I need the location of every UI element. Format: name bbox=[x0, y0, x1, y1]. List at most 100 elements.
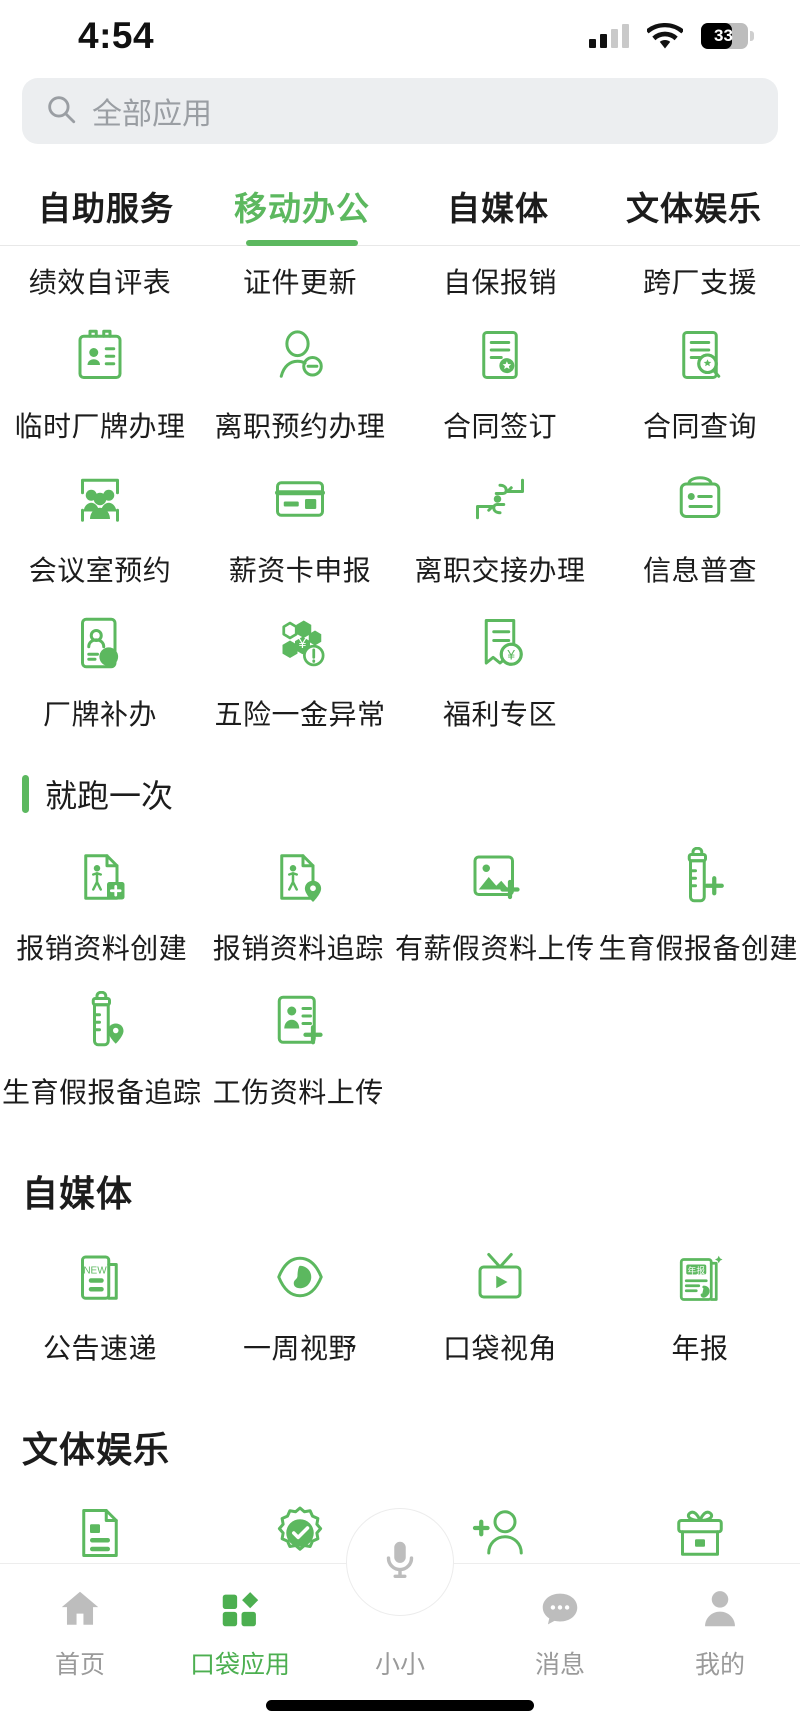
app-label: 会议室预约 bbox=[28, 555, 172, 586]
benefit-receipt-icon: ¥ bbox=[464, 607, 536, 679]
app-label: 厂牌补办 bbox=[42, 699, 157, 730]
app-item-week-view[interactable]: 一周视野 bbox=[200, 1223, 400, 1367]
cellular-signal-icon bbox=[589, 24, 629, 48]
tab-culture-entertainment[interactable]: 文体娱乐 bbox=[596, 182, 792, 246]
annual-report-icon: 年报 bbox=[664, 1241, 736, 1313]
home-indicator bbox=[266, 1700, 534, 1711]
nav-item-messages[interactable]: 消息 bbox=[480, 1571, 640, 1681]
nav-item-profile[interactable]: 我的 bbox=[640, 1571, 800, 1681]
app-item-handover[interactable]: 离职交接办理 bbox=[400, 445, 600, 589]
app-item-claim-create[interactable]: 报销资料创建 bbox=[0, 823, 204, 967]
app-grid-scroll-area[interactable]: 绩效自评表 证件更新 自保报销 跨厂支援 临时厂牌办理 离职预约办理 合同签订 … bbox=[0, 247, 800, 1563]
app-label: 一周视野 bbox=[242, 1333, 357, 1364]
eye-icon bbox=[264, 1241, 336, 1313]
category-header-self-media: 自媒体 bbox=[22, 1173, 134, 1214]
app-item-culture-doc[interactable] bbox=[0, 1479, 200, 1563]
app-item-culture-gift[interactable] bbox=[600, 1479, 800, 1563]
id-badge-card-icon bbox=[64, 319, 136, 391]
search-icon bbox=[44, 92, 78, 131]
app-label: 离职交接办理 bbox=[414, 555, 586, 586]
app-label: 有薪假资料上传 bbox=[394, 933, 595, 964]
app-item-annual-report[interactable]: 年报 年报 bbox=[600, 1223, 800, 1367]
app-label: 五险一金异常 bbox=[214, 699, 386, 730]
nav-item-pocket-apps[interactable]: 口袋应用 bbox=[160, 1571, 320, 1681]
nav-label: 口袋应用 bbox=[189, 1651, 290, 1679]
app-item-maternity-create[interactable]: 生育假报备创建 bbox=[596, 823, 800, 967]
app-label: 口袋视角 bbox=[442, 1333, 557, 1364]
app-item-badge-reissue[interactable]: 补 厂牌补办 bbox=[0, 589, 200, 733]
baby-bottle-pin-icon bbox=[66, 985, 138, 1057]
app-item-contract-query[interactable]: 合同查询 bbox=[600, 301, 800, 445]
battery-percent: 33 bbox=[714, 26, 733, 45]
svg-text:年报: 年报 bbox=[688, 1264, 706, 1275]
injury-doc-plus-icon bbox=[262, 985, 334, 1057]
app-item-temp-badge[interactable]: 临时厂牌办理 bbox=[0, 301, 200, 445]
nav-item-home[interactable]: 首页 bbox=[0, 1571, 160, 1681]
nav-label: 我的 bbox=[694, 1651, 745, 1679]
app-item-contract-sign[interactable]: 合同签订 bbox=[400, 301, 600, 445]
app-label: 工伤资料上传 bbox=[212, 1077, 384, 1108]
app-item-meeting-room[interactable]: 会议室预约 bbox=[0, 445, 200, 589]
app-item-injury-upload[interactable]: 工伤资料上传 bbox=[204, 967, 393, 1111]
one-trip-grid: 报销资料创建 报销资料追踪 有薪假资料上传 生育假报备创建 生育假报备追踪 工伤… bbox=[0, 823, 800, 1111]
document-seal-icon bbox=[464, 319, 536, 391]
app-item-info-census[interactable]: 信息普查 bbox=[600, 445, 800, 589]
bank-card-icon bbox=[264, 463, 336, 535]
app-label: 跨厂支援 bbox=[642, 267, 757, 298]
meeting-room-people-icon bbox=[64, 463, 136, 535]
app-label: 绩效自评表 bbox=[28, 267, 172, 298]
app-item[interactable]: 绩效自评表 bbox=[0, 247, 200, 301]
search-input[interactable]: 全部应用 bbox=[22, 78, 778, 144]
app-item-insurance-abnormal[interactable]: ¥ 五险一金异常 bbox=[200, 589, 400, 733]
app-label: 合同查询 bbox=[642, 411, 757, 442]
document-search-icon bbox=[664, 319, 736, 391]
status-time: 4:54 bbox=[78, 15, 155, 56]
claim-doc-pin-icon bbox=[262, 841, 334, 913]
app-item-pocket-view[interactable]: 口袋视角 bbox=[400, 1223, 600, 1367]
person-icon bbox=[697, 1583, 743, 1635]
app-item-resign-appointment[interactable]: 离职预约办理 bbox=[200, 301, 400, 445]
tab-self-media[interactable]: 自媒体 bbox=[400, 182, 596, 246]
app-item[interactable]: 自保报销 bbox=[400, 247, 600, 301]
app-label: 报销资料追踪 bbox=[212, 933, 384, 964]
nav-label: 首页 bbox=[54, 1651, 105, 1679]
app-item-benefits[interactable]: ¥ 福利专区 bbox=[400, 589, 600, 733]
add-person-icon bbox=[464, 1497, 536, 1563]
app-label: 报销资料创建 bbox=[16, 933, 188, 964]
person-minus-icon bbox=[264, 319, 336, 391]
tab-self-service[interactable]: 自助服务 bbox=[8, 182, 204, 246]
app-item-empty bbox=[393, 967, 597, 1111]
voice-assistant-button[interactable] bbox=[346, 1508, 454, 1616]
app-item-paid-leave-upload[interactable]: 有薪假资料上传 bbox=[393, 823, 597, 967]
tab-mobile-office[interactable]: 移动办公 bbox=[204, 182, 400, 246]
status-bar: 4:54 33 bbox=[0, 0, 800, 72]
category-tabs: 自助服务 移动办公 自媒体 文体娱乐 bbox=[0, 182, 800, 246]
svg-text:NEW: NEW bbox=[83, 1265, 107, 1276]
app-label: 信息普查 bbox=[642, 555, 757, 586]
app-item-salary-card[interactable]: 薪资卡申报 bbox=[200, 445, 400, 589]
badge-reissue-icon: 补 bbox=[64, 607, 136, 679]
app-item[interactable]: 跨厂支援 bbox=[600, 247, 800, 301]
app-label: 证件更新 bbox=[242, 267, 357, 298]
app-item-claim-track[interactable]: 报销资料追踪 bbox=[204, 823, 393, 967]
category-header-culture: 文体娱乐 bbox=[22, 1429, 171, 1470]
app-item-announcement[interactable]: NEW 公告速递 bbox=[0, 1223, 200, 1367]
app-label: 生育假报备追踪 bbox=[2, 1077, 202, 1108]
app-label: 公告速递 bbox=[42, 1333, 157, 1364]
tab-label: 自助服务 bbox=[38, 190, 174, 227]
app-item-maternity-track[interactable]: 生育假报备追踪 bbox=[0, 967, 204, 1111]
nav-label: 小小 bbox=[374, 1651, 425, 1679]
tab-label: 移动办公 bbox=[234, 190, 370, 227]
tv-play-icon bbox=[464, 1241, 536, 1313]
app-label: 薪资卡申报 bbox=[228, 555, 372, 586]
nav-label: 消息 bbox=[534, 1651, 585, 1679]
mobile-office-grid: 临时厂牌办理 离职预约办理 合同签订 合同查询 会议室预约 薪资卡申报 离职交接… bbox=[0, 301, 800, 733]
app-label: 生育假报备创建 bbox=[598, 933, 798, 964]
app-label: 合同签订 bbox=[442, 411, 557, 442]
section-accent-bar bbox=[22, 775, 29, 813]
app-item[interactable]: 证件更新 bbox=[200, 247, 400, 301]
home-icon bbox=[57, 1583, 103, 1635]
bottom-navigation: 首页 口袋应用 小小 消息 我的 bbox=[0, 1508, 800, 1731]
verified-badge-icon bbox=[264, 1497, 336, 1563]
tab-label: 自媒体 bbox=[447, 190, 549, 227]
